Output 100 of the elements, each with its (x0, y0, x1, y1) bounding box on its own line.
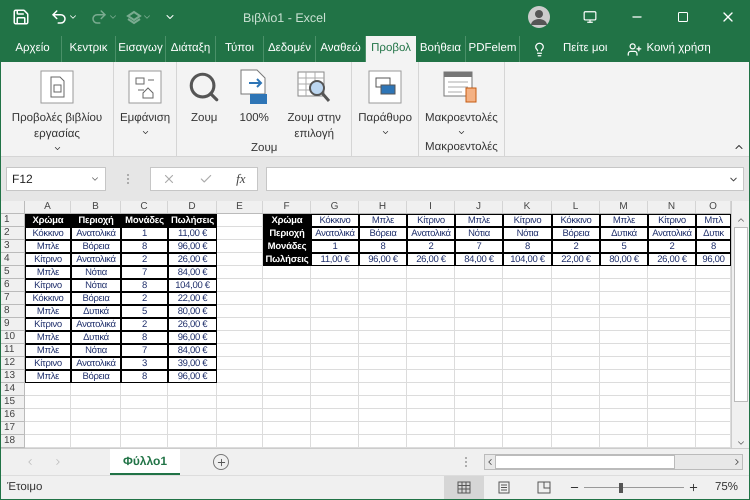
empty-cell[interactable] (407, 318, 455, 331)
table-cell[interactable]: Κίτρινο (26, 358, 70, 369)
empty-cell[interactable] (359, 344, 407, 357)
empty-cell[interactable] (552, 318, 600, 331)
table-cell[interactable]: Νότια (504, 228, 551, 239)
table-cell[interactable]: Μπλε (456, 215, 502, 226)
table-cell[interactable]: 8 (360, 241, 406, 252)
empty-cell[interactable] (552, 357, 600, 370)
table-cell[interactable]: Μπλ (697, 215, 730, 226)
empty-cell[interactable] (311, 409, 359, 422)
table-cell[interactable]: 2 (408, 241, 454, 252)
column-header[interactable]: H (359, 201, 407, 213)
empty-cell[interactable] (648, 383, 696, 396)
table-cell[interactable]: Βόρεια (72, 371, 120, 382)
table-cell[interactable]: Κίτρινο (26, 254, 70, 265)
column-header[interactable]: K (503, 201, 552, 213)
column-header[interactable]: E (217, 201, 263, 213)
table-cell[interactable]: Βόρεια (72, 293, 120, 304)
empty-cell[interactable] (648, 357, 696, 370)
table-cell[interactable]: Ανατολικά (408, 228, 454, 239)
empty-cell[interactable] (71, 383, 121, 396)
table-cell[interactable]: 7 (122, 345, 167, 356)
table-cell[interactable]: Μπλε (26, 241, 70, 252)
empty-cell[interactable] (455, 357, 503, 370)
empty-cell[interactable] (455, 266, 503, 279)
table-header-cell[interactable]: Πωλήσεις (263, 253, 311, 266)
table-cell[interactable]: 96,00 € (169, 332, 216, 343)
empty-cell[interactable] (407, 422, 455, 435)
empty-cell[interactable] (600, 344, 648, 357)
empty-cell[interactable] (503, 292, 552, 305)
empty-cell[interactable] (311, 383, 359, 396)
empty-cell[interactable] (600, 292, 648, 305)
empty-cell[interactable] (407, 331, 455, 344)
empty-cell[interactable] (263, 396, 311, 409)
row-header[interactable]: 3 (1, 240, 25, 253)
table-cell[interactable]: 2 (122, 254, 167, 265)
table-header-cell[interactable]: Πωλήσεις (168, 214, 217, 227)
empty-cell[interactable] (407, 266, 455, 279)
table-cell[interactable]: Νότια (72, 267, 120, 278)
empty-cell[interactable] (263, 318, 311, 331)
empty-cell[interactable] (263, 305, 311, 318)
empty-cell[interactable] (648, 331, 696, 344)
table-cell[interactable]: Ανατολικά (72, 358, 120, 369)
table-cell[interactable]: Μπλε (26, 345, 70, 356)
empty-cell[interactable] (552, 266, 600, 279)
table-cell[interactable]: 26,00 € (649, 254, 695, 265)
insert-function-button[interactable]: fx (236, 169, 246, 189)
empty-cell[interactable] (263, 266, 311, 279)
table-cell[interactable]: Βόρεια (72, 241, 120, 252)
empty-cell[interactable] (648, 279, 696, 292)
empty-cell[interactable] (359, 357, 407, 370)
row-header[interactable]: 10 (1, 331, 25, 344)
empty-cell[interactable] (263, 279, 311, 292)
table-cell[interactable]: 3 (122, 358, 167, 369)
vertical-scrollbar[interactable] (731, 201, 749, 448)
empty-cell[interactable] (503, 266, 552, 279)
empty-cell[interactable] (359, 305, 407, 318)
add-sheet-button[interactable] (213, 454, 229, 470)
empty-cell[interactable] (71, 396, 121, 409)
ribbon-button[interactable]: Προβολές βιβλίου εργασίας (7, 67, 107, 153)
horizontal-scrollbar[interactable] (484, 454, 743, 470)
table-cell[interactable]: Ανατολικά (312, 228, 358, 239)
empty-cell[interactable] (552, 383, 600, 396)
table-cell[interactable]: 26,00 € (169, 254, 216, 265)
empty-cell[interactable] (600, 422, 648, 435)
save-icon[interactable] (12, 8, 30, 26)
table-cell[interactable]: Κόκκινο (553, 215, 599, 226)
empty-cell[interactable] (311, 370, 359, 383)
empty-cell[interactable] (552, 344, 600, 357)
empty-cell[interactable] (359, 383, 407, 396)
row-header[interactable]: 14 (1, 383, 25, 396)
empty-cell[interactable] (407, 305, 455, 318)
empty-cell[interactable] (552, 279, 600, 292)
empty-cell[interactable] (600, 409, 648, 422)
empty-cell[interactable] (359, 318, 407, 331)
row-header[interactable]: 13 (1, 370, 25, 383)
splitter-icon[interactable] (464, 456, 468, 468)
table-cell[interactable]: 2 (122, 293, 167, 304)
empty-cell[interactable] (552, 396, 600, 409)
table-cell[interactable]: 8 (122, 332, 167, 343)
empty-cell[interactable] (217, 409, 263, 422)
empty-cell[interactable] (455, 305, 503, 318)
row-header[interactable]: 6 (1, 279, 25, 292)
table-cell[interactable]: 84,00 € (456, 254, 502, 265)
empty-cell[interactable] (600, 370, 648, 383)
empty-cell[interactable] (263, 383, 311, 396)
empty-cell[interactable] (455, 422, 503, 435)
table-cell[interactable]: 96,00 € (169, 371, 216, 382)
row-header[interactable]: 9 (1, 318, 25, 331)
column-header[interactable]: A (25, 201, 71, 213)
empty-cell[interactable] (311, 279, 359, 292)
table-cell[interactable]: Μπλε (26, 332, 70, 343)
column-header[interactable]: F (263, 201, 311, 213)
empty-cell[interactable] (455, 396, 503, 409)
empty-cell[interactable] (552, 331, 600, 344)
empty-cell[interactable] (455, 409, 503, 422)
ribbon-tab[interactable]: Προβολ (366, 36, 416, 62)
empty-cell[interactable] (455, 383, 503, 396)
table-cell[interactable]: Ανατολικά (72, 228, 120, 239)
empty-cell[interactable] (600, 383, 648, 396)
